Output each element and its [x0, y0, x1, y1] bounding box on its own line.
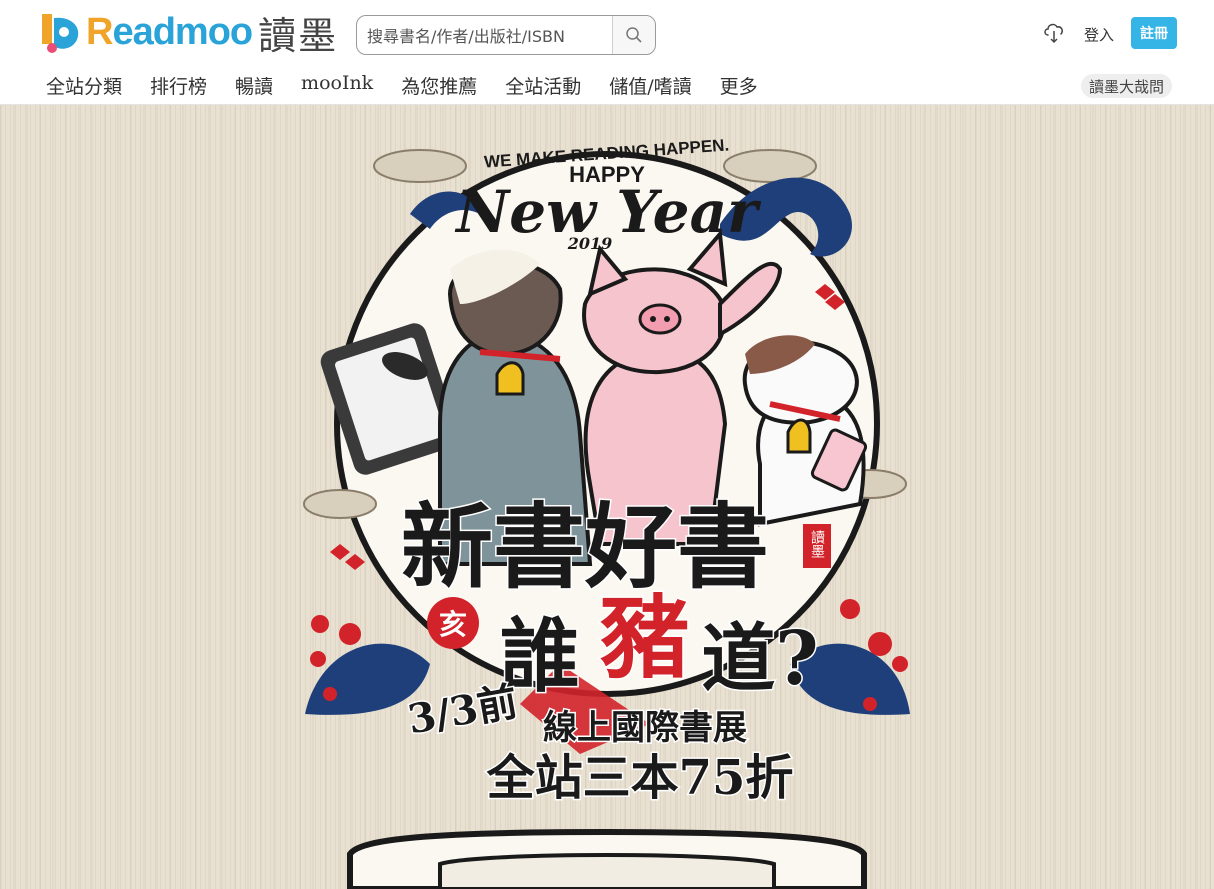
- banner-year: 2019: [567, 234, 613, 253]
- site-header: Readmoo 讀墨 登入 註冊 全站分類 排行榜 暢讀 mooInk 為您推薦…: [0, 0, 1214, 105]
- search-icon: [626, 27, 642, 43]
- forum-link[interactable]: 讀墨大哉問: [1081, 74, 1173, 98]
- new-year-promo-banner[interactable]: WE MAKE READING HAPPEN. HAPPY New Year 2…: [0, 104, 1214, 889]
- nav-item-recommended[interactable]: 為您推薦: [401, 72, 477, 99]
- banner-illustration: WE MAKE READING HAPPEN. HAPPY New Year 2…: [303, 135, 910, 889]
- banner-date: 3/3前: [404, 678, 521, 743]
- banner-title-line1: 新書好書: [401, 493, 769, 601]
- register-button[interactable]: 註冊: [1131, 17, 1177, 49]
- login-link[interactable]: 登入: [1084, 24, 1114, 45]
- red-seal-text: 讀墨: [809, 530, 825, 558]
- nav-item-events[interactable]: 全站活動: [505, 72, 581, 99]
- banner-title-pig: 豬: [600, 585, 690, 691]
- logo-chinese-name: 讀墨: [258, 13, 339, 58]
- nav-item-more[interactable]: 更多: [720, 72, 758, 99]
- readmoo-logo[interactable]: Readmoo 讀墨: [38, 10, 338, 58]
- banner-subtitle-discount: 全站三本75折: [486, 750, 794, 806]
- nav-item-all-categories[interactable]: 全站分類: [46, 72, 122, 99]
- cloud-download-icon[interactable]: [1043, 21, 1065, 45]
- nav-item-mooink[interactable]: mooInk: [301, 72, 373, 99]
- nav-item-rankings[interactable]: 排行榜: [150, 72, 207, 99]
- banner-subtitle-book-fair: 線上國際書展: [543, 708, 747, 748]
- logo-wordmark: Readmoo: [86, 10, 253, 53]
- nav-item-unlimited[interactable]: 暢讀: [235, 72, 273, 99]
- banner-title-know: 道?: [701, 616, 818, 702]
- search-input[interactable]: [365, 16, 609, 56]
- readmoo-logo-icon: [38, 10, 84, 54]
- nav-item-topup[interactable]: 儲值/嗜讀: [609, 72, 691, 99]
- main-nav: 全站分類 排行榜 暢讀 mooInk 為您推薦 全站活動 儲值/嗜讀 更多: [46, 72, 786, 99]
- scroll-banner-teaser: [347, 828, 867, 889]
- search-box: [356, 15, 656, 56]
- search-button[interactable]: [612, 16, 655, 54]
- pig-year-badge-text: 亥: [439, 608, 467, 641]
